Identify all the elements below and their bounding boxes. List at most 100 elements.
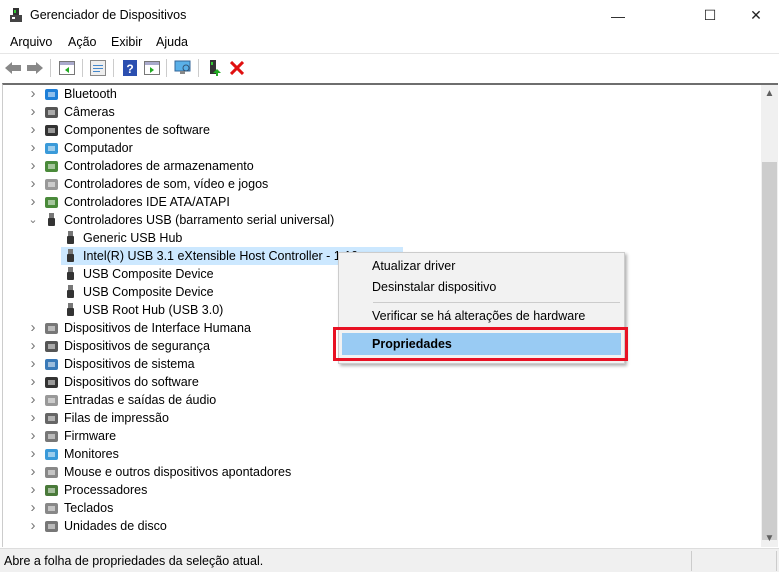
chevron-right-icon[interactable]: › [27,158,39,173]
tree-category[interactable]: › Dispositivos do software [3,373,761,391]
chevron-right-icon[interactable]: › [27,428,39,443]
tree-item-label: Dispositivos de Interface Humana [64,321,251,335]
action-pane-icon[interactable] [143,59,161,77]
chevron-right-icon[interactable]: › [27,410,39,425]
tree-category[interactable]: › Controladores IDE ATA/ATAPI [3,193,761,211]
title-bar: Gerenciador de Dispositivos — ☐ ✕ [0,0,779,31]
maximize-button[interactable]: ☐ [687,0,733,31]
scroll-up-icon[interactable]: ▲ [761,85,778,102]
chevron-right-icon[interactable]: › [27,104,39,119]
chevron-right-icon[interactable]: › [27,194,39,209]
uninstall-icon[interactable] [228,59,246,77]
tree-category[interactable]: › Unidades de disco [3,517,761,535]
chevron-right-icon[interactable]: › [27,392,39,407]
ide-icon [44,195,59,210]
menu-ajuda[interactable]: Ajuda [156,35,188,49]
window-title: Gerenciador de Dispositivos [30,8,187,22]
tree-item-label: Unidades de disco [64,519,167,533]
tree-category[interactable]: › Entradas e saídas de áudio [3,391,761,409]
chevron-right-icon[interactable]: › [27,338,39,353]
tree-item-label: Controladores de armazenamento [64,159,254,173]
keyboard-icon [44,501,59,516]
tree-category[interactable]: › Controladores de som, vídeo e jogos [3,175,761,193]
menu-bar: Arquivo Ação Exibir Ajuda [0,32,779,52]
tree-category[interactable]: › Componentes de software [3,121,761,139]
tree-category[interactable]: › Processadores [3,481,761,499]
tree-category[interactable]: › Teclados [3,499,761,517]
camera-icon [44,105,59,120]
tree-category[interactable]: › Câmeras [3,103,761,121]
processor-icon [44,483,59,498]
usb-icon [63,285,78,300]
menu-item-update-driver[interactable]: Atualizar driver [372,259,455,273]
tree-item-label: Dispositivos de segurança [64,339,210,353]
chevron-right-icon[interactable]: › [27,176,39,191]
tree-item-label: Firmware [64,429,117,443]
back-icon[interactable] [4,59,22,77]
menu-separator [373,302,620,303]
show-hide-tree-icon[interactable] [58,59,76,77]
mouse-icon [44,465,59,480]
tree-item-label: Teclados [64,501,114,515]
computer-icon [44,141,59,156]
tree-item-label: Entradas e saídas de áudio [64,393,217,407]
bluetooth-icon [44,87,59,102]
tree-item-label: USB Root Hub (USB 3.0) [83,303,224,317]
usb-icon [63,267,78,282]
chevron-right-icon[interactable]: › [27,374,39,389]
status-text: Abre a folha de propriedades da seleção … [4,554,264,568]
scrollbar-thumb[interactable] [762,162,777,540]
tree-item-label: Processadores [64,483,148,497]
vertical-scrollbar[interactable]: ▲ ▼ [761,85,778,547]
storage-icon [44,159,59,174]
tree-item-label: Mouse e outros dispositivos apontadores [64,465,292,479]
toolbar: ? [0,53,779,81]
tree-item-label: Controladores USB (barramento serial uni… [64,213,335,227]
tree-item-label: USB Composite Device [83,267,214,281]
tree-item-label: Generic USB Hub [83,231,183,245]
menu-item-scan-hardware[interactable]: Verificar se há alterações de hardware [372,309,585,323]
tree-item-label: Monitores [64,447,119,461]
properties-icon[interactable] [89,59,107,77]
chevron-right-icon[interactable]: › [27,446,39,461]
hid-icon [44,321,59,336]
tree-item-label: Controladores IDE ATA/ATAPI [64,195,230,209]
tree-category[interactable]: › Controladores de armazenamento [3,157,761,175]
tree-category[interactable]: › Filas de impressão [3,409,761,427]
chevron-right-icon[interactable]: › [27,464,39,479]
tree-category[interactable]: › Firmware [3,427,761,445]
chevron-right-icon[interactable]: › [27,356,39,371]
scan-hardware-icon[interactable] [174,59,192,77]
tree-category[interactable]: › Computador [3,139,761,157]
tree-category[interactable]: › Bluetooth [3,85,761,103]
chevron-right-icon[interactable]: › [27,320,39,335]
tree-device[interactable]: Generic USB Hub [3,229,761,247]
chevron-down-icon[interactable]: ⌄ [27,213,39,227]
usb-icon [44,213,59,228]
forward-icon[interactable] [26,59,44,77]
chevron-right-icon[interactable]: › [27,518,39,533]
tree-item-label: Bluetooth [64,87,117,101]
svg-text:?: ? [126,62,133,76]
tree-category[interactable]: › Monitores [3,445,761,463]
scroll-down-icon[interactable]: ▼ [761,530,778,547]
tree-category[interactable]: › Mouse e outros dispositivos apontadores [3,463,761,481]
menu-arquivo[interactable]: Arquivo [10,35,52,49]
menu-item-uninstall-device[interactable]: Desinstalar dispositivo [372,280,496,294]
minimize-button[interactable]: — [595,0,641,31]
chevron-right-icon[interactable]: › [27,140,39,155]
chevron-right-icon[interactable]: › [27,122,39,137]
close-button[interactable]: ✕ [733,0,779,31]
update-driver-icon[interactable] [206,59,224,77]
chevron-right-icon[interactable]: › [27,500,39,515]
chevron-right-icon[interactable]: › [27,86,39,101]
menu-acao[interactable]: Ação [68,35,97,49]
firmware-icon [44,429,59,444]
help-icon[interactable]: ? [121,59,139,77]
tree-category-usb[interactable]: ⌄ Controladores USB (barramento serial un… [3,211,761,229]
usb-icon [63,303,78,318]
chevron-right-icon[interactable]: › [27,482,39,497]
menu-exibir[interactable]: Exibir [111,35,142,49]
tree-item-label: Filas de impressão [64,411,169,425]
disk-drive-icon [44,519,59,534]
